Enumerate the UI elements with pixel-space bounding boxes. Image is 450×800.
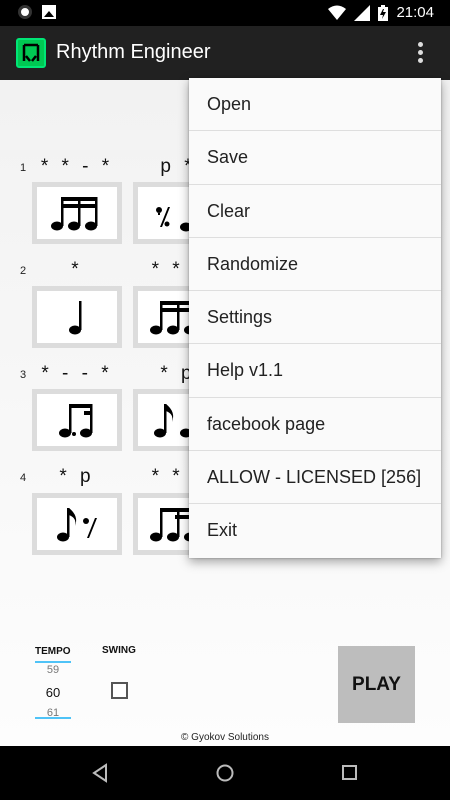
menu-item-facebook[interactable]: facebook page bbox=[189, 398, 441, 452]
menu-item-clear[interactable]: Clear bbox=[189, 185, 441, 238]
recents-icon[interactable] bbox=[341, 763, 359, 783]
app-bar: Rhythm Engineer bbox=[0, 26, 450, 80]
status-time: 21:04 bbox=[396, 4, 434, 21]
row-pattern: * - - * bbox=[41, 363, 113, 384]
eighth-note-and-rest-icon bbox=[57, 508, 97, 542]
sixteenth-notes-icon bbox=[150, 301, 192, 335]
menu-item-open[interactable]: Open bbox=[189, 78, 441, 132]
play-button[interactable]: PLAY bbox=[338, 646, 415, 723]
menu-item-license[interactable]: ALLOW - LICENSED [256] bbox=[189, 451, 441, 505]
swing-label: SWING bbox=[102, 645, 136, 656]
menu-item-help[interactable]: Help v1.1 bbox=[189, 344, 441, 398]
overflow-menu: Open Save Clear Randomize Settings Help … bbox=[189, 78, 441, 558]
menu-item-randomize[interactable]: Randomize bbox=[189, 238, 441, 292]
row-number: 2 bbox=[20, 265, 27, 277]
status-bar: 21:04 bbox=[0, 0, 450, 26]
navigation-bar bbox=[0, 746, 450, 800]
tempo-divider bbox=[35, 717, 71, 719]
rest-and-note-icon bbox=[156, 207, 192, 232]
wifi-icon bbox=[328, 5, 347, 20]
row-number: 4 bbox=[20, 472, 27, 484]
row-number: 3 bbox=[20, 369, 27, 381]
copyright-text: © Gyokov Solutions bbox=[181, 732, 269, 743]
app-logo-icon bbox=[16, 38, 46, 68]
eighth-two-sixteenths-icon bbox=[150, 508, 192, 542]
swing-checkbox[interactable] bbox=[111, 682, 128, 699]
menu-item-save[interactable]: Save bbox=[189, 131, 441, 185]
row-pattern: * bbox=[71, 259, 83, 280]
menu-item-settings[interactable]: Settings bbox=[189, 291, 441, 345]
row-pattern: * p bbox=[59, 466, 95, 487]
dotted-eighth-sixteenth-icon bbox=[59, 404, 93, 438]
beat-cell[interactable] bbox=[32, 286, 122, 348]
eighth-note-icon bbox=[154, 404, 192, 438]
three-sixteenth-notes-icon bbox=[51, 197, 98, 231]
row-number: 1 bbox=[20, 162, 27, 174]
menu-item-exit[interactable]: Exit bbox=[189, 504, 441, 557]
app-title: Rhythm Engineer bbox=[56, 41, 211, 63]
row-pattern: * * - * bbox=[40, 156, 114, 177]
beat-cell[interactable] bbox=[32, 493, 122, 555]
tempo-divider bbox=[35, 661, 71, 663]
beat-cell[interactable] bbox=[32, 182, 122, 244]
beat-cell[interactable] bbox=[32, 389, 122, 451]
home-icon[interactable] bbox=[215, 763, 235, 783]
notification-dot-icon bbox=[18, 5, 32, 19]
battery-icon bbox=[378, 4, 389, 21]
back-icon[interactable] bbox=[91, 763, 109, 783]
overflow-menu-icon[interactable] bbox=[410, 42, 430, 66]
tempo-value[interactable]: 60 bbox=[35, 685, 71, 700]
quarter-note-icon bbox=[69, 301, 82, 335]
tempo-label: TEMPO bbox=[35, 646, 71, 657]
cell-signal-icon bbox=[354, 4, 371, 21]
tempo-prev-value[interactable]: 59 bbox=[35, 664, 71, 676]
image-notification-icon bbox=[42, 5, 56, 19]
